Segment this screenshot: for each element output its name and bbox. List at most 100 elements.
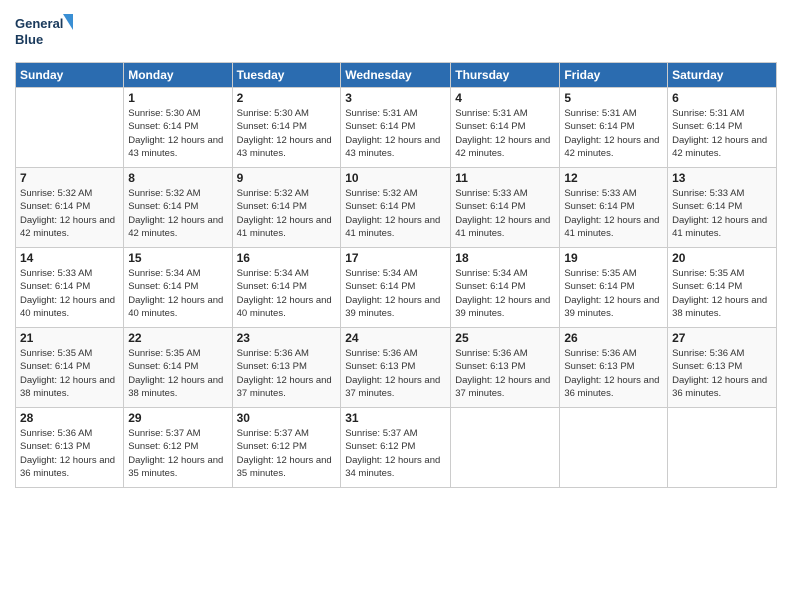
- calendar-cell: 20 Sunrise: 5:35 AMSunset: 6:14 PMDaylig…: [668, 248, 777, 328]
- day-info: Sunrise: 5:31 AMSunset: 6:14 PMDaylight:…: [345, 107, 446, 160]
- day-info: Sunrise: 5:35 AMSunset: 6:14 PMDaylight:…: [672, 267, 772, 320]
- calendar-cell: 5 Sunrise: 5:31 AMSunset: 6:14 PMDayligh…: [560, 88, 668, 168]
- weekday-header-wednesday: Wednesday: [341, 63, 451, 88]
- week-row-2: 7 Sunrise: 5:32 AMSunset: 6:14 PMDayligh…: [16, 168, 777, 248]
- calendar-cell: 24 Sunrise: 5:36 AMSunset: 6:13 PMDaylig…: [341, 328, 451, 408]
- calendar-cell: 26 Sunrise: 5:36 AMSunset: 6:13 PMDaylig…: [560, 328, 668, 408]
- day-number: 18: [455, 251, 555, 265]
- week-row-5: 28 Sunrise: 5:36 AMSunset: 6:13 PMDaylig…: [16, 408, 777, 488]
- svg-text:General: General: [15, 16, 63, 31]
- day-number: 25: [455, 331, 555, 345]
- day-number: 14: [20, 251, 119, 265]
- day-info: Sunrise: 5:35 AMSunset: 6:14 PMDaylight:…: [564, 267, 663, 320]
- calendar-cell: 1 Sunrise: 5:30 AMSunset: 6:14 PMDayligh…: [124, 88, 232, 168]
- day-number: 16: [237, 251, 337, 265]
- day-number: 29: [128, 411, 227, 425]
- day-number: 11: [455, 171, 555, 185]
- weekday-header-row: SundayMondayTuesdayWednesdayThursdayFrid…: [16, 63, 777, 88]
- day-number: 3: [345, 91, 446, 105]
- calendar-cell: 23 Sunrise: 5:36 AMSunset: 6:13 PMDaylig…: [232, 328, 341, 408]
- calendar-cell: 12 Sunrise: 5:33 AMSunset: 6:14 PMDaylig…: [560, 168, 668, 248]
- day-info: Sunrise: 5:36 AMSunset: 6:13 PMDaylight:…: [672, 347, 772, 400]
- day-number: 12: [564, 171, 663, 185]
- week-row-4: 21 Sunrise: 5:35 AMSunset: 6:14 PMDaylig…: [16, 328, 777, 408]
- calendar-cell: 8 Sunrise: 5:32 AMSunset: 6:14 PMDayligh…: [124, 168, 232, 248]
- calendar-cell: 29 Sunrise: 5:37 AMSunset: 6:12 PMDaylig…: [124, 408, 232, 488]
- calendar-cell: 2 Sunrise: 5:30 AMSunset: 6:14 PMDayligh…: [232, 88, 341, 168]
- day-number: 4: [455, 91, 555, 105]
- calendar-cell: [560, 408, 668, 488]
- weekday-header-saturday: Saturday: [668, 63, 777, 88]
- calendar-cell: 25 Sunrise: 5:36 AMSunset: 6:13 PMDaylig…: [451, 328, 560, 408]
- day-info: Sunrise: 5:36 AMSunset: 6:13 PMDaylight:…: [564, 347, 663, 400]
- calendar-cell: 18 Sunrise: 5:34 AMSunset: 6:14 PMDaylig…: [451, 248, 560, 328]
- day-number: 21: [20, 331, 119, 345]
- day-number: 7: [20, 171, 119, 185]
- day-number: 2: [237, 91, 337, 105]
- calendar-cell: 10 Sunrise: 5:32 AMSunset: 6:14 PMDaylig…: [341, 168, 451, 248]
- day-info: Sunrise: 5:34 AMSunset: 6:14 PMDaylight:…: [128, 267, 227, 320]
- page-container: General Blue SundayMondayTuesdayWednesda…: [0, 0, 792, 498]
- day-number: 9: [237, 171, 337, 185]
- calendar-cell: 19 Sunrise: 5:35 AMSunset: 6:14 PMDaylig…: [560, 248, 668, 328]
- calendar-cell: 14 Sunrise: 5:33 AMSunset: 6:14 PMDaylig…: [16, 248, 124, 328]
- day-number: 23: [237, 331, 337, 345]
- day-info: Sunrise: 5:33 AMSunset: 6:14 PMDaylight:…: [455, 187, 555, 240]
- day-info: Sunrise: 5:34 AMSunset: 6:14 PMDaylight:…: [237, 267, 337, 320]
- day-info: Sunrise: 5:36 AMSunset: 6:13 PMDaylight:…: [345, 347, 446, 400]
- day-info: Sunrise: 5:31 AMSunset: 6:14 PMDaylight:…: [564, 107, 663, 160]
- calendar-cell: 30 Sunrise: 5:37 AMSunset: 6:12 PMDaylig…: [232, 408, 341, 488]
- week-row-3: 14 Sunrise: 5:33 AMSunset: 6:14 PMDaylig…: [16, 248, 777, 328]
- day-info: Sunrise: 5:37 AMSunset: 6:12 PMDaylight:…: [128, 427, 227, 480]
- calendar-table: SundayMondayTuesdayWednesdayThursdayFrid…: [15, 62, 777, 488]
- day-info: Sunrise: 5:35 AMSunset: 6:14 PMDaylight:…: [128, 347, 227, 400]
- svg-text:Blue: Blue: [15, 32, 43, 47]
- day-info: Sunrise: 5:32 AMSunset: 6:14 PMDaylight:…: [237, 187, 337, 240]
- calendar-cell: [668, 408, 777, 488]
- day-info: Sunrise: 5:30 AMSunset: 6:14 PMDaylight:…: [128, 107, 227, 160]
- logo-svg: General Blue: [15, 10, 75, 54]
- calendar-cell: 28 Sunrise: 5:36 AMSunset: 6:13 PMDaylig…: [16, 408, 124, 488]
- day-number: 22: [128, 331, 227, 345]
- day-info: Sunrise: 5:36 AMSunset: 6:13 PMDaylight:…: [455, 347, 555, 400]
- day-info: Sunrise: 5:32 AMSunset: 6:14 PMDaylight:…: [345, 187, 446, 240]
- day-info: Sunrise: 5:36 AMSunset: 6:13 PMDaylight:…: [20, 427, 119, 480]
- day-info: Sunrise: 5:31 AMSunset: 6:14 PMDaylight:…: [672, 107, 772, 160]
- calendar-cell: 31 Sunrise: 5:37 AMSunset: 6:12 PMDaylig…: [341, 408, 451, 488]
- calendar-cell: [451, 408, 560, 488]
- weekday-header-sunday: Sunday: [16, 63, 124, 88]
- day-number: 6: [672, 91, 772, 105]
- calendar-cell: [16, 88, 124, 168]
- day-number: 10: [345, 171, 446, 185]
- calendar-cell: 17 Sunrise: 5:34 AMSunset: 6:14 PMDaylig…: [341, 248, 451, 328]
- day-info: Sunrise: 5:35 AMSunset: 6:14 PMDaylight:…: [20, 347, 119, 400]
- calendar-cell: 13 Sunrise: 5:33 AMSunset: 6:14 PMDaylig…: [668, 168, 777, 248]
- calendar-cell: 4 Sunrise: 5:31 AMSunset: 6:14 PMDayligh…: [451, 88, 560, 168]
- day-number: 8: [128, 171, 227, 185]
- day-number: 17: [345, 251, 446, 265]
- calendar-cell: 9 Sunrise: 5:32 AMSunset: 6:14 PMDayligh…: [232, 168, 341, 248]
- day-number: 5: [564, 91, 663, 105]
- day-info: Sunrise: 5:34 AMSunset: 6:14 PMDaylight:…: [345, 267, 446, 320]
- calendar-cell: 15 Sunrise: 5:34 AMSunset: 6:14 PMDaylig…: [124, 248, 232, 328]
- calendar-cell: 21 Sunrise: 5:35 AMSunset: 6:14 PMDaylig…: [16, 328, 124, 408]
- day-number: 20: [672, 251, 772, 265]
- day-number: 24: [345, 331, 446, 345]
- day-number: 15: [128, 251, 227, 265]
- day-info: Sunrise: 5:33 AMSunset: 6:14 PMDaylight:…: [20, 267, 119, 320]
- weekday-header-friday: Friday: [560, 63, 668, 88]
- day-number: 30: [237, 411, 337, 425]
- day-info: Sunrise: 5:34 AMSunset: 6:14 PMDaylight:…: [455, 267, 555, 320]
- calendar-cell: 22 Sunrise: 5:35 AMSunset: 6:14 PMDaylig…: [124, 328, 232, 408]
- day-info: Sunrise: 5:33 AMSunset: 6:14 PMDaylight:…: [672, 187, 772, 240]
- weekday-header-thursday: Thursday: [451, 63, 560, 88]
- day-number: 27: [672, 331, 772, 345]
- day-info: Sunrise: 5:32 AMSunset: 6:14 PMDaylight:…: [128, 187, 227, 240]
- calendar-cell: 16 Sunrise: 5:34 AMSunset: 6:14 PMDaylig…: [232, 248, 341, 328]
- calendar-cell: 11 Sunrise: 5:33 AMSunset: 6:14 PMDaylig…: [451, 168, 560, 248]
- week-row-1: 1 Sunrise: 5:30 AMSunset: 6:14 PMDayligh…: [16, 88, 777, 168]
- day-info: Sunrise: 5:36 AMSunset: 6:13 PMDaylight:…: [237, 347, 337, 400]
- weekday-header-tuesday: Tuesday: [232, 63, 341, 88]
- calendar-cell: 3 Sunrise: 5:31 AMSunset: 6:14 PMDayligh…: [341, 88, 451, 168]
- logo: General Blue: [15, 10, 75, 54]
